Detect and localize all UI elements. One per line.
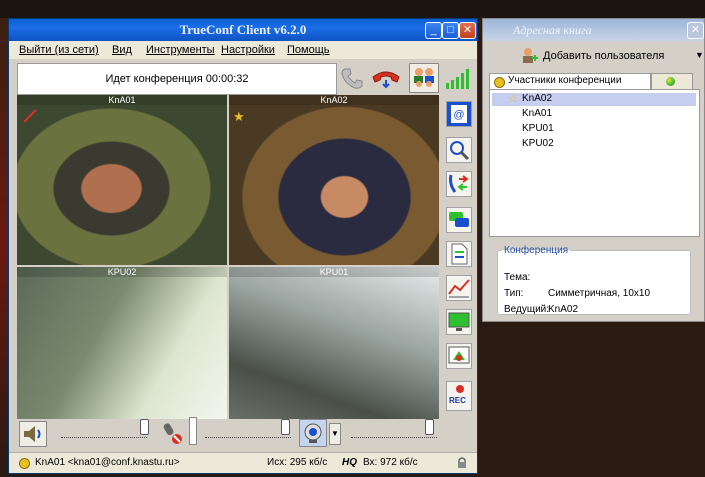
minimize-button[interactable]: _: [425, 22, 442, 39]
speaker-volume-slider[interactable]: [61, 423, 147, 438]
menu-view[interactable]: Вид: [112, 44, 132, 56]
camera-button[interactable]: [299, 419, 327, 447]
maximize-button[interactable]: □: [442, 22, 459, 39]
lock-icon: [457, 456, 467, 468]
camera-slider-thumb[interactable]: [425, 419, 434, 435]
chat-icon[interactable]: [446, 207, 472, 233]
type-label: Тип:: [504, 288, 524, 299]
list-item-selected[interactable]: ☆ KnA02: [492, 93, 696, 106]
record-label: REC: [449, 396, 466, 405]
video-tile-kna02[interactable]: KnA02 ★: [229, 95, 439, 265]
type-value: Симметричная, 10x10: [548, 288, 651, 299]
conference-status: Идет конференция 00:00:32: [105, 73, 249, 85]
address-book-title: Адресная книга: [513, 23, 592, 37]
participants-layout-icon[interactable]: [409, 63, 439, 93]
participant-name[interactable]: KPU01: [522, 123, 554, 134]
menu-help[interactable]: Помощь: [287, 44, 330, 56]
microphone-muted-icon[interactable]: [161, 421, 185, 445]
menu-logout[interactable]: Выйти (из сети): [19, 44, 99, 56]
close-button[interactable]: ✕: [459, 22, 476, 39]
desktop-background: [0, 0, 705, 18]
video-tile-kpu01[interactable]: KPU01: [229, 267, 439, 419]
add-user-label: Добавить пользователя: [543, 50, 665, 62]
video-tile-kpu02[interactable]: KPU02: [17, 267, 227, 419]
status-ball-icon: [666, 77, 675, 86]
video-label: KnA01: [17, 95, 227, 105]
record-button[interactable]: REC: [446, 381, 472, 411]
screen-share-icon[interactable]: [446, 309, 472, 335]
address-book-window: Адресная книга ✕ Добавить пользователя ▼…: [482, 18, 705, 322]
record-icon: [456, 385, 464, 393]
main-titlebar: TrueConf Client v6.2.0: [9, 19, 477, 41]
address-book-icon[interactable]: @: [446, 101, 472, 127]
host-star-icon: ☆: [508, 93, 518, 105]
incoming-rate: Вх: 972 кб/с: [363, 457, 418, 468]
search-user-icon[interactable]: [446, 137, 472, 163]
participant-name: KnA02: [522, 93, 553, 104]
host-value: KnA02: [548, 304, 579, 315]
host-star-icon: ★: [233, 109, 245, 124]
desktop-background-left: [0, 18, 8, 474]
theme-label: Тема:: [504, 272, 531, 283]
participant-name[interactable]: KnA01: [522, 108, 552, 119]
address-book-titlebar: Адресная книга: [483, 19, 704, 41]
participants-tab-label: Участники конференции: [508, 75, 622, 86]
video-tile-kna01[interactable]: KnA01: [17, 95, 227, 265]
microphone-level-bar: [189, 417, 197, 445]
hq-badge: HQ: [342, 457, 357, 468]
status-bar: KnA01 <kna01@conf.knastu.ru> Исх: 295 кб…: [9, 452, 477, 473]
current-user: KnA01 <kna01@conf.knastu.ru>: [35, 457, 180, 468]
participants-list: ☆ KnA02 KnA01 KPU01 KPU02: [489, 89, 700, 237]
conference-status-panel: Идет конференция 00:00:32: [17, 63, 337, 95]
muted-microphone-icon: [23, 109, 37, 123]
call-icon[interactable]: [339, 65, 365, 91]
outgoing-rate: Исх: 295 кб/с: [267, 457, 328, 468]
window-title: TrueConf Client v6.2.0: [179, 22, 307, 37]
tab-participants[interactable]: Участники конференции: [489, 73, 651, 90]
video-label: KPU01: [229, 267, 439, 277]
online-status-icon: [19, 458, 30, 469]
conference-info-panel: Конференция Тема: Тип: Симметричная, 10x…: [497, 245, 691, 315]
address-book-close-button[interactable]: ✕: [687, 22, 704, 39]
speaker-icon[interactable]: [19, 421, 47, 447]
menu-settings[interactable]: Настройки: [221, 44, 275, 56]
add-user-button[interactable]: Добавить пользователя ▼: [521, 47, 704, 67]
statistics-icon[interactable]: [446, 275, 472, 301]
host-label: Ведущий:: [504, 304, 550, 315]
microphone-volume-slider[interactable]: [205, 423, 291, 438]
add-user-icon: [521, 47, 539, 65]
conference-legend: Конференция: [504, 245, 569, 256]
video-label: KnA02: [229, 95, 439, 105]
menu-bar: Выйти (из сети) Вид Инструменты Настройк…: [9, 41, 477, 59]
hangup-icon[interactable]: [371, 65, 400, 91]
signal-strength-icon: [445, 67, 471, 93]
svg-text:@: @: [453, 109, 464, 121]
add-user-dropdown-icon[interactable]: ▼: [695, 50, 704, 60]
participant-name[interactable]: KPU02: [522, 138, 554, 149]
microphone-volume-thumb[interactable]: [281, 419, 290, 435]
camera-dropdown-icon[interactable]: ▼: [329, 423, 341, 445]
video-label: KPU02: [17, 267, 227, 277]
menu-tools[interactable]: Инструменты: [146, 44, 215, 56]
slideshow-icon[interactable]: [446, 343, 472, 369]
document-icon[interactable]: [446, 241, 472, 267]
participants-tab-icon: [494, 77, 505, 88]
speaker-volume-thumb[interactable]: [140, 419, 149, 435]
call-transfer-icon[interactable]: [446, 171, 472, 197]
main-window: TrueConf Client v6.2.0 _ □ ✕ Выйти (из с…: [8, 18, 478, 474]
